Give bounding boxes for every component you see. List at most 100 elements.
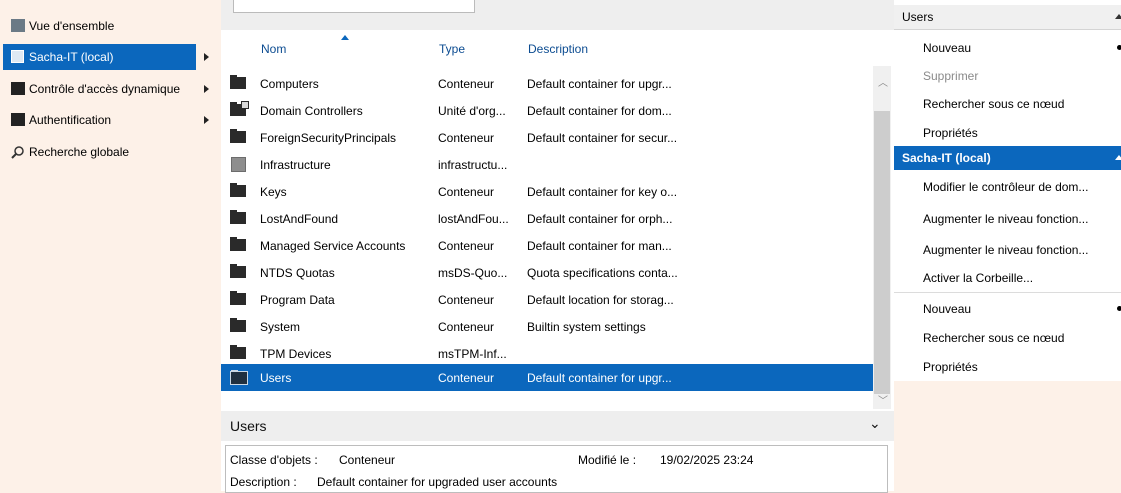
submenu-dot-icon [1117,306,1121,311]
column-header-name[interactable]: Nom [261,42,286,56]
nav-item-authentication[interactable]: Authentification [0,107,221,133]
table-row[interactable]: Infrastructure infrastructu... [221,151,873,178]
action-change-domain-controller[interactable]: Modifier le contrôleur de dom... [923,180,1088,194]
nav-item-overview[interactable]: Vue d'ensemble [0,13,221,39]
table-row[interactable]: Managed Service Accounts Conteneur Defau… [221,232,873,259]
row-type: msTPM-Inf... [438,347,507,361]
modified-value: 19/02/2025 23:24 [660,453,754,467]
row-type: Conteneur [438,320,495,334]
modified-label: Modifié le : [578,453,637,467]
scrollbar-thumb[interactable] [874,111,890,394]
description-label: Description : [230,475,297,489]
column-header-description[interactable]: Description [528,42,588,56]
row-description: Default container for upgr... [527,371,672,385]
search-icon [11,145,25,159]
list-header: Nom Type Description [221,30,894,66]
container-icon [230,291,246,305]
container-icon [230,318,246,332]
chevron-down-icon[interactable]: ⌄ [869,415,881,432]
action-delete[interactable]: Supprimer [923,69,978,83]
scroll-up-icon[interactable]: ︿ [878,74,888,89]
container-icon [230,237,246,251]
object-class-label: Classe d'objets : [230,453,318,467]
container-icon [230,370,248,385]
table-row[interactable]: System Conteneur Builtin system settings [221,313,873,340]
nav-item-label: Contrôle d'accès dynamique [29,82,181,96]
nav-item-label: Sacha-IT (local) [29,50,114,64]
collapse-icon[interactable] [1115,155,1121,160]
row-description: Default container for secur... [527,131,678,145]
row-type: infrastructu... [438,158,508,172]
scroll-down-icon[interactable]: ﹀ [878,392,888,407]
folder-icon [11,113,25,126]
action-raise-forest-level[interactable]: Augmenter le niveau fonction... [923,212,1088,226]
action-search-under-node[interactable]: Rechercher sous ce nœud [923,97,1064,111]
table-row[interactable]: NTDS Quotas msDS-Quo... Quota specificat… [221,259,873,286]
row-description: Default container for man... [527,239,672,253]
expand-arrow-icon[interactable] [204,53,209,61]
vertical-scrollbar[interactable]: ︿ ﹀ [873,66,891,409]
domain-icon [11,50,24,63]
table-row-selected[interactable]: Users Conteneur Default container for up… [221,364,873,391]
nav-item-dynamic-access-control[interactable]: Contrôle d'accès dynamique [0,76,221,102]
expand-arrow-icon[interactable] [204,85,209,93]
row-name: Keys [260,185,287,199]
table-row[interactable]: Computers Conteneur Default container fo… [221,70,873,97]
row-name: Domain Controllers [260,104,363,118]
description-value: Default container for upgraded user acco… [317,475,558,489]
action-properties[interactable]: Propriétés [923,126,978,140]
nav-item-label: Vue d'ensemble [29,19,115,33]
table-row[interactable]: Program Data Conteneur Default location … [221,286,873,313]
action-new[interactable]: Nouveau [923,41,971,55]
row-description: Default container for upgr... [527,77,672,91]
folder-icon [11,82,25,95]
action-enable-recycle-bin[interactable]: Activer la Corbeille... [923,271,1033,285]
row-name: TPM Devices [260,347,332,361]
row-name: NTDS Quotas [260,266,335,280]
action-properties[interactable]: Propriétés [923,360,978,374]
detail-title: Users [230,418,267,434]
table-row[interactable]: LostAndFound lostAndFou... Default conta… [221,205,873,232]
container-icon [230,210,246,224]
organizational-unit-icon [230,101,249,116]
nav-item-label: Authentification [29,113,112,127]
table-row[interactable]: TPM Devices msTPM-Inf... [221,340,873,367]
row-name: ForeignSecurityPrincipals [260,131,397,145]
container-icon [230,129,246,143]
row-name: Infrastructure [260,158,331,172]
container-icon [230,183,246,197]
row-type: Conteneur [438,131,495,145]
filter-input[interactable] [233,0,475,13]
container-icon [230,264,246,278]
table-row[interactable]: Keys Conteneur Default container for key… [221,178,873,205]
row-type: Conteneur [438,185,495,199]
action-new[interactable]: Nouveau [923,302,971,316]
row-description: Default location for storag... [527,293,674,307]
section-title: Sacha-IT (local) [902,151,991,165]
object-class-value: Conteneur [339,453,396,467]
generic-object-icon [231,157,246,172]
row-type: Conteneur [438,77,495,91]
row-name: Program Data [260,293,335,307]
detail-pane-header[interactable]: Users ⌄ [221,411,894,441]
container-icon [230,345,246,359]
expand-arrow-icon[interactable] [204,116,209,124]
column-header-type[interactable]: Type [439,42,465,56]
row-description: Default container for dom... [527,104,672,118]
nav-item-global-search[interactable]: Recherche globale [0,139,221,165]
sort-ascending-icon [341,35,349,40]
actions-section-sacha-it[interactable]: Sacha-IT (local) [894,146,1121,170]
nav-item-sacha-it[interactable]: Sacha-IT (local) [3,44,196,70]
divider [894,292,1121,293]
row-description: Builtin system settings [527,320,646,334]
row-name: LostAndFound [260,212,339,226]
actions-section-users[interactable]: Users [894,5,1121,30]
content-pane: Nom Type Description Computers Conteneur… [221,0,894,493]
collapse-icon[interactable] [1115,14,1121,19]
action-search-under-node[interactable]: Rechercher sous ce nœud [923,331,1064,345]
row-name: Computers [260,77,319,91]
action-raise-domain-level[interactable]: Augmenter le niveau fonction... [923,243,1088,257]
table-row[interactable]: ForeignSecurityPrincipals Conteneur Defa… [221,124,873,151]
section-title: Users [902,10,934,24]
table-row[interactable]: Domain Controllers Unité d'org... Defaul… [221,97,873,124]
